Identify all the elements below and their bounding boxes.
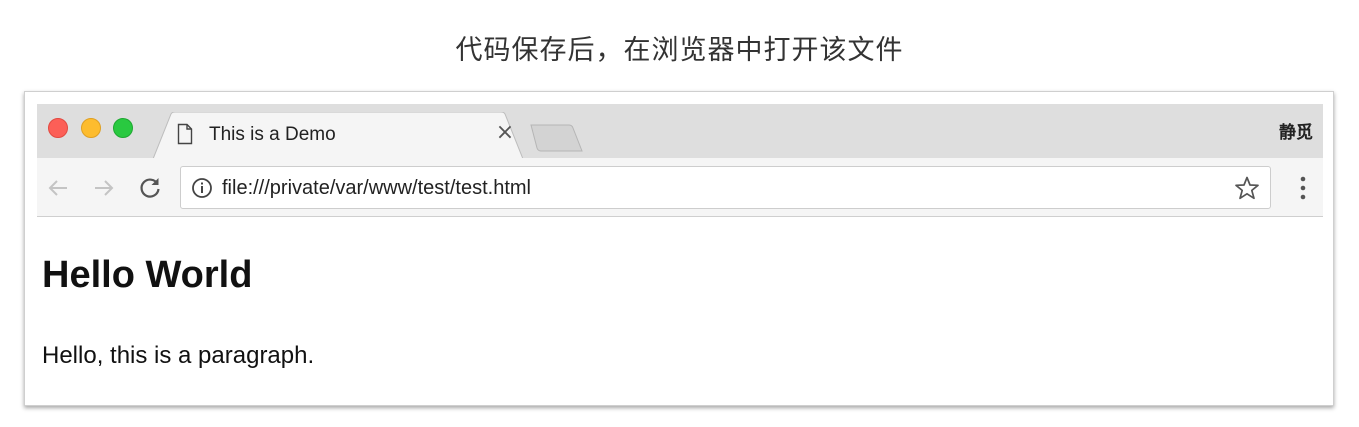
tab-close-icon[interactable]: ×: [494, 122, 516, 144]
document-icon: [177, 123, 193, 145]
tab-title: This is a Demo: [209, 124, 336, 145]
page-heading: Hello World: [42, 254, 253, 296]
maximize-window-button[interactable]: [113, 118, 133, 138]
tab-active[interactable]: This is a Demo ×: [153, 112, 523, 159]
info-icon[interactable]: [191, 177, 213, 199]
toolbar: file:///private/var/www/test/test.html: [37, 158, 1323, 217]
menu-icon[interactable]: [1295, 174, 1311, 202]
tab-strip: This is a Demo × 静觅: [37, 104, 1323, 159]
star-icon[interactable]: [1234, 175, 1260, 201]
close-window-button[interactable]: [48, 118, 68, 138]
url-text[interactable]: file:///private/var/www/test/test.html: [222, 177, 531, 200]
new-tab-button[interactable]: [529, 123, 585, 153]
browser-window: This is a Demo × 静觅 file:///private/var/…: [24, 91, 1334, 406]
profile-name[interactable]: 静觅: [1279, 118, 1313, 143]
caption-text: 代码保存后，在浏览器中打开该文件: [455, 35, 904, 66]
page-paragraph: Hello, this is a paragraph.: [42, 342, 315, 369]
forward-arrow-icon[interactable]: [91, 175, 117, 201]
address-bar[interactable]: file:///private/var/www/test/test.html: [180, 166, 1271, 209]
back-arrow-icon[interactable]: [45, 175, 71, 201]
page-content: Hello World Hello, this is a paragraph.: [42, 232, 1322, 392]
minimize-window-button[interactable]: [81, 118, 101, 138]
browser-chrome: This is a Demo × 静觅 file:///private/var/…: [37, 104, 1323, 217]
reload-icon[interactable]: [137, 175, 163, 201]
